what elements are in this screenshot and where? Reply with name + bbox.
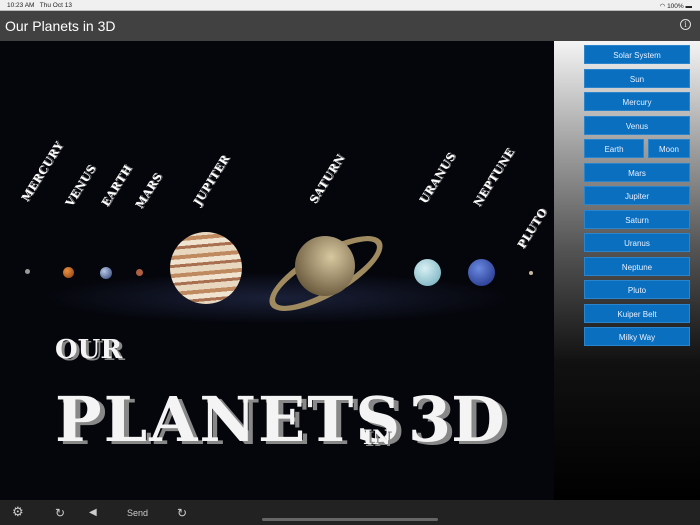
battery-icon: ▬ [685,3,693,10]
jupiter-button[interactable]: Jupiter [584,186,690,205]
poster-image: MERCURY VENUS EARTH MARS JUPITER SATURN … [0,41,554,500]
title-our: OUR [55,335,122,365]
solar-system-button[interactable]: Solar System [584,45,690,64]
page-title: Our Planets in 3D [5,18,116,34]
label-neptune: NEPTUNE [470,145,518,209]
label-pluto: PLUTO [514,205,550,251]
planet-jupiter [170,232,242,304]
saturn-button[interactable]: Saturn [584,209,690,229]
mars-button[interactable]: Mars [584,162,690,182]
milky-way-button[interactable]: Milky Way [584,327,690,346]
label-jupiter: JUPITER [190,152,233,208]
planet-uranus [414,259,441,286]
refresh-icon[interactable]: ↻ [55,506,65,520]
kuiper-belt-button[interactable]: Kuiper Belt [584,303,690,323]
back-icon[interactable]: ◀ [89,507,97,518]
info-icon[interactable]: i [680,19,691,30]
label-mercury: MERCURY [18,139,67,204]
planet-mercury [25,269,30,274]
uranus-button[interactable]: Uranus [584,233,690,252]
label-saturn: SATURN [306,151,348,206]
label-mars: MARS [132,170,166,211]
neptune-button[interactable]: Neptune [584,256,690,276]
wifi-icon: ◠ [659,3,666,10]
planet-neptune [468,259,495,286]
nav-bar: Our Planets in 3D i [0,11,700,41]
title-in: IN [363,425,391,449]
sun-button[interactable]: Sun [584,68,690,88]
planet-mars [136,269,143,276]
status-right: ◠ 100% ▬ [659,3,693,10]
reload-icon[interactable]: ↻ [177,506,187,520]
planet-pluto [529,271,533,275]
venus-button[interactable]: Venus [584,115,690,135]
gears-icon[interactable]: ⚙ [12,504,24,520]
send-button[interactable]: Send [127,508,148,518]
earth-button[interactable]: Earth [584,139,644,158]
status-time: 10:23 AM Thu Oct 13 [7,2,72,9]
label-uranus: URANUS [416,150,459,206]
label-venus: VENUS [62,162,99,209]
mercury-button[interactable]: Mercury [584,92,690,111]
planet-saturn [295,236,355,296]
planet-venus [63,267,74,278]
status-bar: 10:23 AM Thu Oct 13 ◠ 100% ▬ [0,0,700,11]
home-indicator[interactable] [262,518,438,521]
label-earth: EARTH [98,162,135,209]
title-3d: 3D [408,383,505,456]
title-planets: PLANETS [55,383,403,456]
bottom-toolbar: ⚙ ↻ ◀ Send ↻ [0,500,700,525]
pluto-button[interactable]: Pluto [584,280,690,299]
sidebar: Solar System Sun Mercury Venus Earth Moo… [554,41,700,500]
planet-earth [100,267,112,279]
moon-button[interactable]: Moon [648,139,690,158]
